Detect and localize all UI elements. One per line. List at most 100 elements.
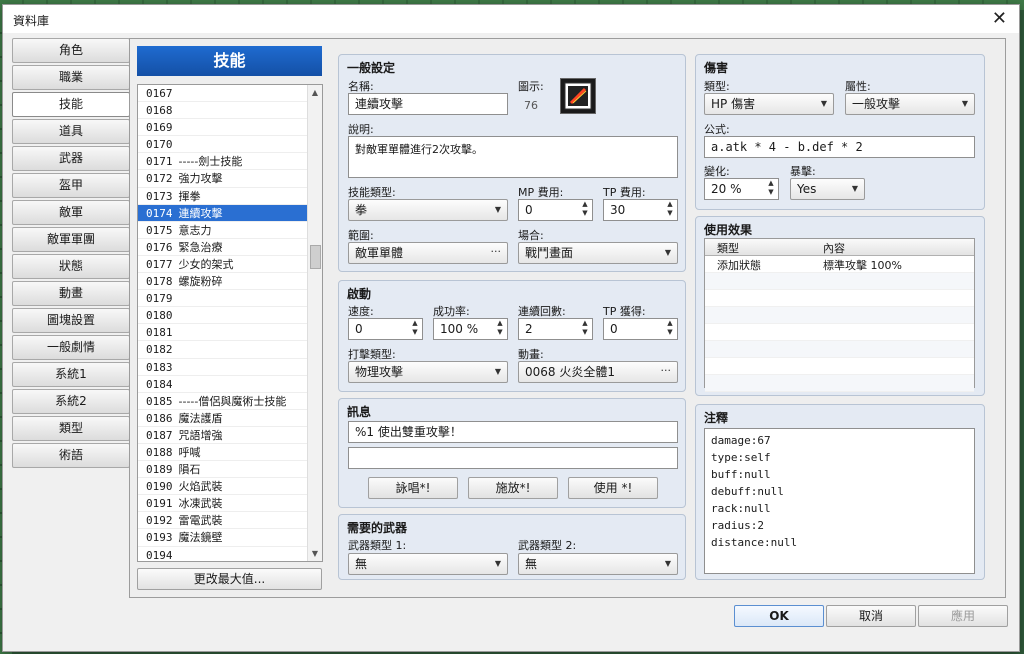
skill-list-item[interactable]: 0179 xyxy=(138,290,322,308)
skill-list-item[interactable]: 0181 xyxy=(138,324,322,342)
category-2[interactable]: 技能 xyxy=(12,92,130,117)
stepper-arrows-icon[interactable]: ▲ ▼ xyxy=(411,319,419,337)
skill-list-item[interactable]: 0180 xyxy=(138,307,322,325)
skill-list-item[interactable]: 0188 呼喊 xyxy=(138,444,322,462)
skill-list-item[interactable]: 0183 xyxy=(138,359,322,376)
note-field[interactable]: damage:67 type:self buff:null debuff:null ra… xyxy=(704,428,975,574)
name-field[interactable]: 連續攻擊 xyxy=(348,93,508,115)
scope-select[interactable]: 敵軍單體 ··· xyxy=(348,242,508,264)
stepper-arrows-icon[interactable]: ▲ ▼ xyxy=(581,200,589,218)
stepper-arrows-icon[interactable]: ▲ ▼ xyxy=(767,179,775,197)
skill-list-item[interactable]: 0185 -----僧侶與魔術士技能 xyxy=(138,393,322,410)
category-9[interactable]: 動畫 xyxy=(12,281,130,306)
category-3[interactable]: 道具 xyxy=(12,119,130,144)
tp-cost-stepper[interactable]: 30 ▲ ▼ xyxy=(603,199,678,221)
skill-list-item[interactable]: 0176 緊急治療 xyxy=(138,239,322,256)
skill-list-item[interactable]: 0186 魔法護盾 xyxy=(138,410,322,427)
skill-list-item[interactable]: 0191 冰凍武裝 xyxy=(138,495,322,513)
category-6[interactable]: 敵軍 xyxy=(12,200,130,225)
effects-table[interactable]: 類型 內容 添加狀態 標準攻擊 100% xyxy=(704,238,975,392)
occasion-select[interactable]: 戰鬥畫面 ▼ xyxy=(518,242,678,264)
success-stepper[interactable]: 100 % ▲ ▼ xyxy=(433,318,508,340)
damage-type-select[interactable]: HP 傷害 ▼ xyxy=(704,93,834,115)
skill-list-item[interactable]: 0172 強力攻擊 xyxy=(138,170,322,188)
message-line-1[interactable]: %1 使出雙重攻擊！ xyxy=(348,421,678,443)
effects-row[interactable] xyxy=(705,358,974,375)
skill-list-item[interactable]: 0182 xyxy=(138,341,322,359)
category-13[interactable]: 系統2 xyxy=(12,389,130,414)
speed-stepper[interactable]: 0 ▲ ▼ xyxy=(348,318,423,340)
scroll-thumb[interactable] xyxy=(310,245,321,269)
stepper-arrows-icon[interactable]: ▲ ▼ xyxy=(666,200,674,218)
use-button[interactable]: 使用 *! xyxy=(568,477,658,499)
formula-field[interactable]: a.atk * 4 - b.def * 2 xyxy=(704,136,975,158)
skill-list-item[interactable]: 0189 隕石 xyxy=(138,461,322,479)
ok-button[interactable]: OK xyxy=(734,605,824,627)
cast-button[interactable]: 施放*! xyxy=(468,477,558,499)
mp-cost-stepper[interactable]: 0 ▲ ▼ xyxy=(518,199,593,221)
change-max-button[interactable]: 更改最大值... xyxy=(137,568,322,590)
tp-gain-stepper[interactable]: 0 ▲ ▼ xyxy=(603,318,678,340)
category-5[interactable]: 盔甲 xyxy=(12,173,130,198)
cancel-button[interactable]: 取消 xyxy=(826,605,916,627)
category-7[interactable]: 敵軍軍團 xyxy=(12,227,130,252)
stepper-arrows-icon[interactable]: ▲ ▼ xyxy=(666,319,674,337)
skill-list-item[interactable]: 0174 連續攻擊 xyxy=(138,204,322,222)
skill-type-label: 技能類型: xyxy=(348,186,396,199)
description-field[interactable]: 對敵軍單體進行2次攻擊。 xyxy=(348,136,678,178)
skill-list-item[interactable]: 0193 魔法鏡壁 xyxy=(138,529,322,547)
effects-row[interactable] xyxy=(705,324,974,341)
close-icon[interactable]: ✕ xyxy=(992,8,1007,29)
skill-list[interactable]: 0167 0168 0169 0170 0171 -----劍士技能 0172 強力攻擊 017… xyxy=(137,84,323,562)
category-4[interactable]: 武器 xyxy=(12,146,130,171)
variance-stepper[interactable]: 20 % ▲ ▼ xyxy=(704,178,779,200)
weapon-type1-select[interactable]: 無 ▼ xyxy=(348,553,508,575)
effects-row[interactable] xyxy=(705,375,974,392)
skill-icon[interactable] xyxy=(560,78,596,114)
category-1[interactable]: 職業 xyxy=(12,65,130,90)
scroll-up-icon[interactable]: ▲ xyxy=(308,85,322,100)
animation-select[interactable]: 0068 火炎全體1 ··· xyxy=(518,361,678,383)
skill-list-item[interactable]: 0170 xyxy=(138,136,322,154)
critical-select[interactable]: Yes ▼ xyxy=(790,178,865,200)
skill-list-item[interactable]: 0177 少女的架式 xyxy=(138,256,322,274)
apply-button[interactable]: 應用 xyxy=(918,605,1008,627)
message-line-2[interactable] xyxy=(348,447,678,469)
stepper-arrows-icon[interactable]: ▲ ▼ xyxy=(496,319,504,337)
category-10[interactable]: 圖塊設置 xyxy=(12,308,130,333)
weapon-type2-select[interactable]: 無 ▼ xyxy=(518,553,678,575)
skill-list-item[interactable]: 0167 xyxy=(138,85,322,103)
element-select[interactable]: 一般攻擊 ▼ xyxy=(845,93,975,115)
category-8[interactable]: 狀態 xyxy=(12,254,130,279)
category-15[interactable]: 術語 xyxy=(12,443,130,468)
effects-row[interactable] xyxy=(705,273,974,290)
skill-list-scrollbar[interactable]: ▲ ▼ xyxy=(307,85,322,561)
category-11[interactable]: 一般劇情 xyxy=(12,335,130,360)
skill-list-item[interactable]: 0194 xyxy=(138,547,322,561)
skill-list-item[interactable]: 0171 -----劍士技能 xyxy=(138,153,322,171)
skill-list-item[interactable]: 0184 xyxy=(138,376,322,393)
critical-label: 暴擊: xyxy=(790,165,816,178)
skill-list-item[interactable]: 0173 揮拳 xyxy=(138,188,322,205)
effects-row[interactable]: 添加狀態 標準攻擊 100% xyxy=(705,256,974,273)
skill-list-item[interactable]: 0169 xyxy=(138,119,322,137)
category-12[interactable]: 系統1 xyxy=(12,362,130,387)
skill-list-item[interactable]: 0178 螺旋粉碎 xyxy=(138,273,322,291)
effects-row[interactable] xyxy=(705,341,974,358)
skill-list-item[interactable]: 0192 雷電武裝 xyxy=(138,512,322,530)
group-title: 啟動 xyxy=(347,287,372,301)
skill-list-item[interactable]: 0175 意志力 xyxy=(138,222,322,239)
effects-row[interactable] xyxy=(705,307,974,324)
category-14[interactable]: 類型 xyxy=(12,416,130,441)
skill-list-item[interactable]: 0168 xyxy=(138,102,322,120)
stepper-arrows-icon[interactable]: ▲ ▼ xyxy=(581,319,589,337)
chant-button[interactable]: 詠唱*! xyxy=(368,477,458,499)
repeats-stepper[interactable]: 2 ▲ ▼ xyxy=(518,318,593,340)
category-0[interactable]: 角色 xyxy=(12,38,130,63)
hit-type-select[interactable]: 物理攻擊 ▼ xyxy=(348,361,508,383)
scroll-down-icon[interactable]: ▼ xyxy=(308,546,322,561)
skill-list-item[interactable]: 0190 火焰武裝 xyxy=(138,478,322,496)
effects-row[interactable] xyxy=(705,290,974,307)
skill-type-select[interactable]: 拳 ▼ xyxy=(348,199,508,221)
skill-list-item[interactable]: 0187 咒語增強 xyxy=(138,427,322,444)
